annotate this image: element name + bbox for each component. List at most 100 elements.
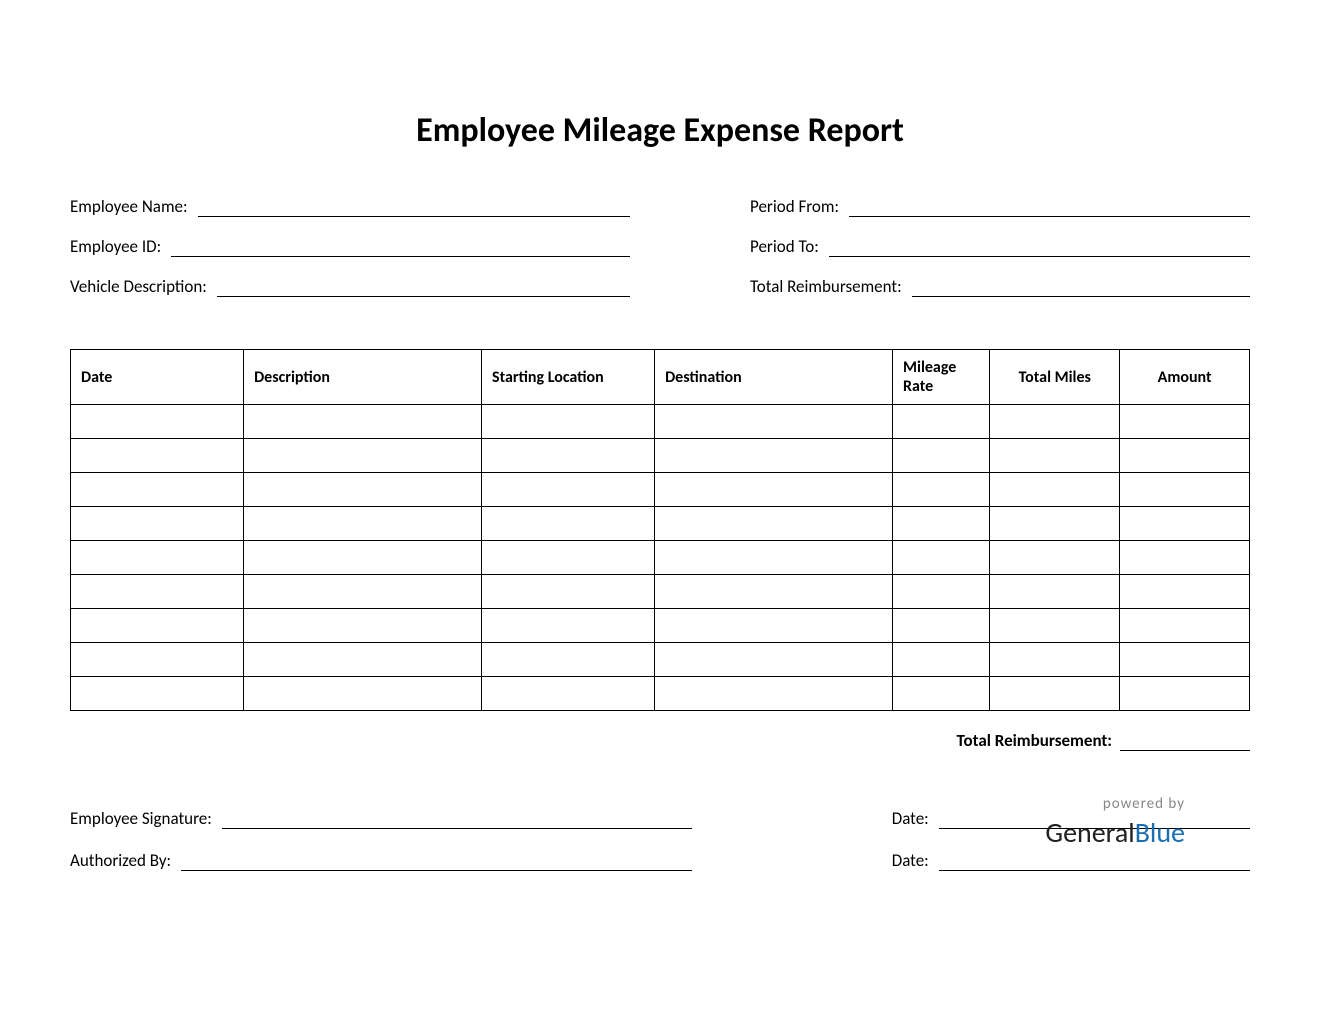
label-total-reimbursement-top: Total Reimbursement: [750, 276, 912, 297]
table-cell[interactable] [655, 677, 893, 711]
table-cell[interactable] [1120, 677, 1250, 711]
table-cell[interactable] [655, 405, 893, 439]
total-reimbursement-bottom: Total Reimbursement: [70, 729, 1250, 751]
table-cell[interactable] [1120, 541, 1250, 575]
input-sig-date-2[interactable] [939, 849, 1250, 871]
table-cell[interactable] [1120, 405, 1250, 439]
input-period-from[interactable] [849, 195, 1250, 217]
table-cell[interactable] [655, 473, 893, 507]
table-cell[interactable] [990, 439, 1120, 473]
th-starting-location: Starting Location [482, 350, 655, 405]
field-period-from: Period From: [690, 189, 1250, 217]
table-cell[interactable] [244, 439, 482, 473]
table-cell[interactable] [1120, 507, 1250, 541]
table-cell[interactable] [482, 609, 655, 643]
table-cell[interactable] [71, 507, 244, 541]
table-cell[interactable] [990, 643, 1120, 677]
table-cell[interactable] [893, 541, 990, 575]
table-row [71, 405, 1250, 439]
table-row [71, 473, 1250, 507]
th-description: Description [244, 350, 482, 405]
table-cell[interactable] [655, 575, 893, 609]
table-cell[interactable] [482, 575, 655, 609]
table-cell[interactable] [655, 541, 893, 575]
table-cell[interactable] [482, 439, 655, 473]
input-period-to[interactable] [829, 235, 1250, 257]
table-cell[interactable] [990, 677, 1120, 711]
table-cell[interactable] [244, 643, 482, 677]
table-cell[interactable] [482, 405, 655, 439]
input-employee-signature[interactable] [222, 807, 692, 829]
field-employee-signature: Employee Signature: [70, 801, 692, 829]
footer-brand: powered by GeneralBlue [1045, 795, 1185, 850]
table-cell[interactable] [1120, 609, 1250, 643]
table-header-row: Date Description Starting Location Desti… [71, 350, 1250, 405]
table-row [71, 609, 1250, 643]
input-total-reimbursement-bottom[interactable] [1120, 729, 1250, 751]
table-cell[interactable] [990, 575, 1120, 609]
label-total-reimbursement-bottom: Total Reimbursement: [957, 730, 1120, 751]
table-cell[interactable] [893, 575, 990, 609]
brand-general: General [1045, 815, 1134, 850]
table-cell[interactable] [244, 575, 482, 609]
input-employee-name[interactable] [198, 195, 630, 217]
table-cell[interactable] [71, 473, 244, 507]
table-cell[interactable] [893, 677, 990, 711]
table-cell[interactable] [1120, 473, 1250, 507]
table-cell[interactable] [244, 473, 482, 507]
table-cell[interactable] [244, 405, 482, 439]
table-cell[interactable] [990, 405, 1120, 439]
table-cell[interactable] [893, 439, 990, 473]
table-cell[interactable] [71, 439, 244, 473]
table-body [71, 405, 1250, 711]
table-cell[interactable] [893, 609, 990, 643]
table-cell[interactable] [482, 541, 655, 575]
table-cell[interactable] [893, 643, 990, 677]
table-cell[interactable] [990, 541, 1120, 575]
input-total-reimbursement-top[interactable] [912, 275, 1250, 297]
table-cell[interactable] [893, 507, 990, 541]
table-cell[interactable] [482, 643, 655, 677]
field-period-to: Period To: [690, 229, 1250, 257]
table-cell[interactable] [655, 609, 893, 643]
field-vehicle-description: Vehicle Description: [70, 269, 630, 297]
table-cell[interactable] [71, 405, 244, 439]
info-col-right: Period From: Period To: Total Reimbursem… [690, 189, 1250, 309]
label-period-to: Period To: [750, 236, 829, 257]
table-cell[interactable] [71, 677, 244, 711]
input-vehicle-description[interactable] [217, 275, 630, 297]
table-cell[interactable] [1120, 643, 1250, 677]
table-cell[interactable] [244, 677, 482, 711]
table-cell[interactable] [244, 609, 482, 643]
table-cell[interactable] [990, 473, 1120, 507]
table-cell[interactable] [1120, 575, 1250, 609]
label-sig-date-1: Date: [892, 808, 939, 829]
table-cell[interactable] [71, 643, 244, 677]
table-cell[interactable] [655, 643, 893, 677]
label-sig-date-2: Date: [892, 850, 939, 871]
table-cell[interactable] [655, 439, 893, 473]
table-cell[interactable] [893, 405, 990, 439]
table-cell[interactable] [244, 507, 482, 541]
th-destination: Destination [655, 350, 893, 405]
input-authorized-by[interactable] [181, 849, 692, 871]
label-period-from: Period From: [750, 196, 849, 217]
info-col-left: Employee Name: Employee ID: Vehicle Desc… [70, 189, 630, 309]
table-cell[interactable] [482, 677, 655, 711]
table-cell[interactable] [990, 507, 1120, 541]
table-cell[interactable] [1120, 439, 1250, 473]
th-amount: Amount [1120, 350, 1250, 405]
table-cell[interactable] [990, 609, 1120, 643]
table-cell[interactable] [482, 473, 655, 507]
table-cell[interactable] [482, 507, 655, 541]
table-cell[interactable] [71, 609, 244, 643]
table-cell[interactable] [893, 473, 990, 507]
mileage-table: Date Description Starting Location Desti… [70, 349, 1250, 711]
table-cell[interactable] [71, 575, 244, 609]
input-employee-id[interactable] [171, 235, 630, 257]
table-cell[interactable] [655, 507, 893, 541]
table-cell[interactable] [244, 541, 482, 575]
table-cell[interactable] [71, 541, 244, 575]
page-title: Employee Mileage Expense Report [70, 110, 1250, 151]
label-vehicle-description: Vehicle Description: [70, 276, 217, 297]
